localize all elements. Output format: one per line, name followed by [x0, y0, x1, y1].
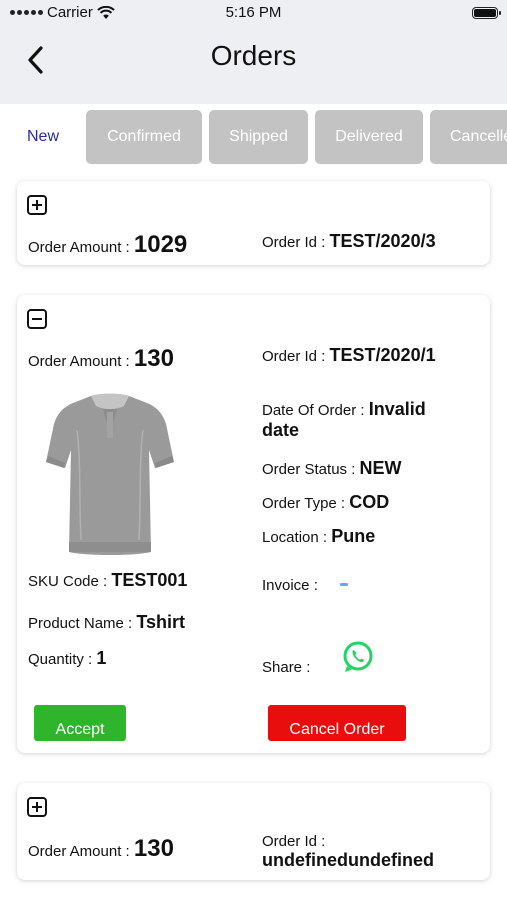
- quantity-label: Quantity :: [28, 651, 97, 668]
- invoice-link[interactable]: [340, 583, 348, 586]
- order-amount-value: 1029: [133, 231, 188, 258]
- order-type: Order Type : COD: [262, 492, 389, 513]
- order-status-label: Order Status :: [262, 461, 360, 478]
- order-id-value: undefinedundefined: [262, 850, 434, 870]
- order-id: Order Id : TEST/2020/3: [262, 231, 436, 252]
- whatsapp-icon[interactable]: [341, 640, 375, 674]
- tab-confirmed[interactable]: Confirmed: [86, 110, 202, 164]
- order-location-value: Pune: [331, 526, 376, 546]
- tab-label: Shipped: [229, 128, 288, 145]
- accept-button[interactable]: Accept: [34, 705, 126, 741]
- order-type-label: Order Type :: [262, 495, 350, 512]
- product-name-label: Product Name :: [28, 615, 137, 632]
- tab-shipped[interactable]: Shipped: [209, 110, 308, 164]
- collapse-minus-icon[interactable]: [27, 309, 47, 329]
- order-type-value: COD: [349, 492, 390, 512]
- order-date-value: Invalid: [368, 399, 426, 419]
- tab-cancelled[interactable]: Cancelled: [430, 110, 507, 164]
- cancel-order-button[interactable]: Cancel Order: [268, 705, 406, 741]
- expand-plus-icon[interactable]: [27, 797, 47, 817]
- nav-bar: Orders: [0, 28, 507, 104]
- invoice-label: Invoice :: [262, 577, 318, 594]
- order-status: Order Status : NEW: [262, 458, 402, 479]
- order-date-value-cont: date: [262, 420, 300, 440]
- product-name: Product Name : Tshirt: [28, 612, 185, 633]
- order-id-label: Order Id :: [262, 234, 330, 251]
- order-id-label: Order Id :: [262, 833, 326, 850]
- order-amount: Order Amount : 130: [28, 835, 174, 863]
- order-card: Order Amount : 1029 Order Id : TEST/2020…: [17, 181, 490, 265]
- order-id: Order Id : TEST/2020/1: [262, 345, 436, 366]
- order-amount-label: Order Amount :: [28, 843, 134, 860]
- tab-label: Confirmed: [107, 128, 181, 145]
- quantity: Quantity : 1: [28, 648, 106, 669]
- order-date-label: Date Of Order :: [262, 402, 369, 419]
- quantity-value: 1: [96, 648, 107, 668]
- status-time: 5:16 PM: [225, 4, 282, 21]
- order-amount-value: 130: [133, 835, 174, 862]
- order-location-label: Location :: [262, 529, 332, 546]
- order-status-value: NEW: [359, 458, 402, 478]
- order-id: Order Id : undefinedundefined: [262, 833, 434, 871]
- status-bar: Carrier 5:16 PM: [0, 0, 507, 28]
- page-title: Orders: [210, 40, 297, 71]
- order-location: Location : Pune: [262, 526, 375, 547]
- order-amount-value: 130: [133, 345, 174, 372]
- tab-new[interactable]: New: [13, 110, 73, 164]
- order-card-expanded: Order Amount : 130 Order Id : TEST/2020/…: [17, 295, 490, 753]
- product-name-value: Tshirt: [136, 612, 186, 632]
- tab-label: Cancelled: [450, 128, 507, 145]
- expand-plus-icon[interactable]: [27, 195, 47, 215]
- product-image: [46, 393, 174, 555]
- order-id-value: TEST/2020/3: [329, 231, 436, 251]
- order-card: Order Amount : 130 Order Id : undefinedu…: [17, 783, 490, 880]
- tab-delivered[interactable]: Delivered: [315, 110, 423, 164]
- order-amount: Order Amount : 130: [28, 345, 174, 373]
- share-label: Share :: [262, 659, 311, 676]
- order-id-label: Order Id :: [262, 348, 330, 365]
- order-amount-label: Order Amount :: [28, 353, 134, 370]
- battery-icon: [472, 7, 501, 19]
- order-amount-label: Order Amount :: [28, 239, 134, 256]
- order-status-tabs: New Confirmed Shipped Delivered Cancelle…: [0, 109, 507, 165]
- tab-label: Delivered: [335, 128, 403, 145]
- share: Share :: [262, 659, 310, 676]
- invoice: Invoice :: [262, 577, 318, 594]
- order-id-value: TEST/2020/1: [329, 345, 436, 365]
- order-amount: Order Amount : 1029: [28, 231, 187, 259]
- tab-label: New: [26, 128, 59, 145]
- sku-code: SKU Code : TEST001: [28, 570, 187, 591]
- sku-code-value: TEST001: [111, 570, 188, 590]
- sku-code-label: SKU Code :: [28, 573, 112, 590]
- order-date: Date Of Order : Invalid date: [262, 399, 426, 441]
